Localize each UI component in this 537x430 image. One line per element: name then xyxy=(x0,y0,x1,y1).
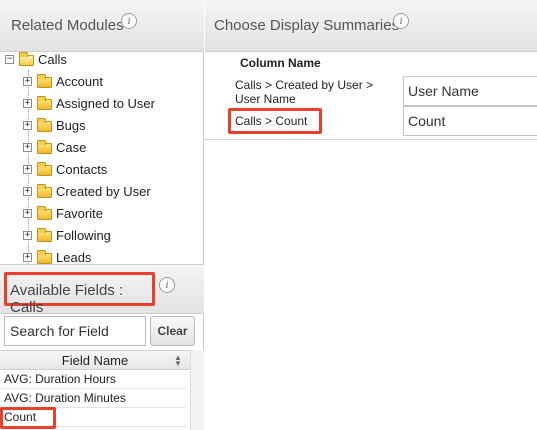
expand-icon[interactable]: + xyxy=(23,77,32,86)
highlight-box xyxy=(228,108,322,134)
tree-node-account[interactable]: + Account xyxy=(0,72,204,92)
column-header-label: Field Name xyxy=(61,353,129,368)
highlight-box xyxy=(0,407,56,429)
tree-node-bugs[interactable]: + Bugs xyxy=(0,116,204,136)
left-panel: Related Modules i − Calls + Account + As… xyxy=(0,0,204,430)
highlight-box: Available Fields : Calls xyxy=(4,272,155,316)
sort-icon[interactable]: ▲ ▼ xyxy=(174,354,182,368)
tree-node-label: Assigned to User xyxy=(56,96,155,111)
folder-icon xyxy=(37,140,52,154)
available-fields-title: Available Fields : Calls xyxy=(10,282,124,316)
folder-icon xyxy=(37,250,52,264)
tree-node-following[interactable]: + Following xyxy=(0,226,204,246)
search-input[interactable]: Search for Field xyxy=(4,316,146,346)
info-icon[interactable]: i xyxy=(393,13,409,29)
expand-icon[interactable]: + xyxy=(23,209,32,218)
folder-icon xyxy=(37,162,52,176)
related-modules-tree: − Calls + Account + Assigned to User + B… xyxy=(0,52,204,264)
column-name-header: Column Name xyxy=(240,56,321,70)
tree-node-label: Following xyxy=(56,228,111,243)
info-icon[interactable]: i xyxy=(159,277,175,293)
tree-node-label: Leads xyxy=(56,250,92,264)
related-modules-title: Related Modules xyxy=(11,17,124,34)
display-summaries-title: Choose Display Summaries xyxy=(214,17,400,34)
expand-icon[interactable]: + xyxy=(23,165,32,174)
tree-node-label: Favorite xyxy=(56,206,103,221)
tree-node-label: Contacts xyxy=(56,162,108,177)
folder-open-icon xyxy=(19,52,34,66)
scrollbar[interactable] xyxy=(190,350,204,430)
tree-node-label: Account xyxy=(56,74,103,89)
expand-icon[interactable]: + xyxy=(23,231,32,240)
expand-icon[interactable]: + xyxy=(23,253,32,262)
folder-icon xyxy=(37,184,52,198)
tree-node-created-by-user[interactable]: + Created by User xyxy=(0,182,204,202)
right-panel: Choose Display Summaries i Column Name C… xyxy=(205,0,537,430)
tree-node-label: Calls xyxy=(38,52,67,67)
tree-node-label: Bugs xyxy=(56,118,86,133)
expand-icon[interactable]: + xyxy=(23,99,32,108)
tree-node-favorite[interactable]: + Favorite xyxy=(0,204,204,224)
folder-icon xyxy=(37,118,52,132)
display-summaries-header: Choose Display Summaries i xyxy=(205,0,537,52)
expand-icon[interactable]: + xyxy=(23,121,32,130)
folder-icon xyxy=(37,96,52,110)
related-modules-header: Related Modules i xyxy=(0,0,204,52)
table-row[interactable]: AVG: Duration Hours xyxy=(0,370,186,389)
expand-icon[interactable]: + xyxy=(23,143,32,152)
collapse-icon[interactable]: − xyxy=(5,55,14,64)
tree-node-label: Created by User xyxy=(56,184,151,199)
tree-node-assigned-to-user[interactable]: + Assigned to User xyxy=(0,94,204,114)
display-summaries-list: Column Name Calls > Created by User > Us… xyxy=(205,52,537,140)
summary-name-input[interactable]: User Name xyxy=(403,76,537,106)
tree-node-calls[interactable]: − Calls xyxy=(0,52,204,70)
field-search-bar: Search for Field Clear xyxy=(0,314,204,350)
available-fields-header: Available Fields : Calls i xyxy=(0,264,204,316)
field-name-column-header[interactable]: Field Name ▲ ▼ xyxy=(0,350,190,370)
info-icon[interactable]: i xyxy=(121,13,137,29)
folder-icon xyxy=(37,74,52,88)
summary-label: Calls > Created by User > User Name xyxy=(235,78,374,106)
folder-icon xyxy=(37,206,52,220)
clear-button[interactable]: Clear xyxy=(150,316,195,346)
summary-name-input[interactable]: Count xyxy=(403,106,537,136)
tree-node-leads[interactable]: + Leads xyxy=(0,248,204,264)
folder-icon xyxy=(37,228,52,242)
tree-node-case[interactable]: + Case xyxy=(0,138,204,158)
tree-node-label: Case xyxy=(56,140,87,155)
table-row[interactable]: AVG: Duration Minutes xyxy=(0,389,186,408)
expand-icon[interactable]: + xyxy=(23,187,32,196)
tree-node-contacts[interactable]: + Contacts xyxy=(0,160,204,180)
